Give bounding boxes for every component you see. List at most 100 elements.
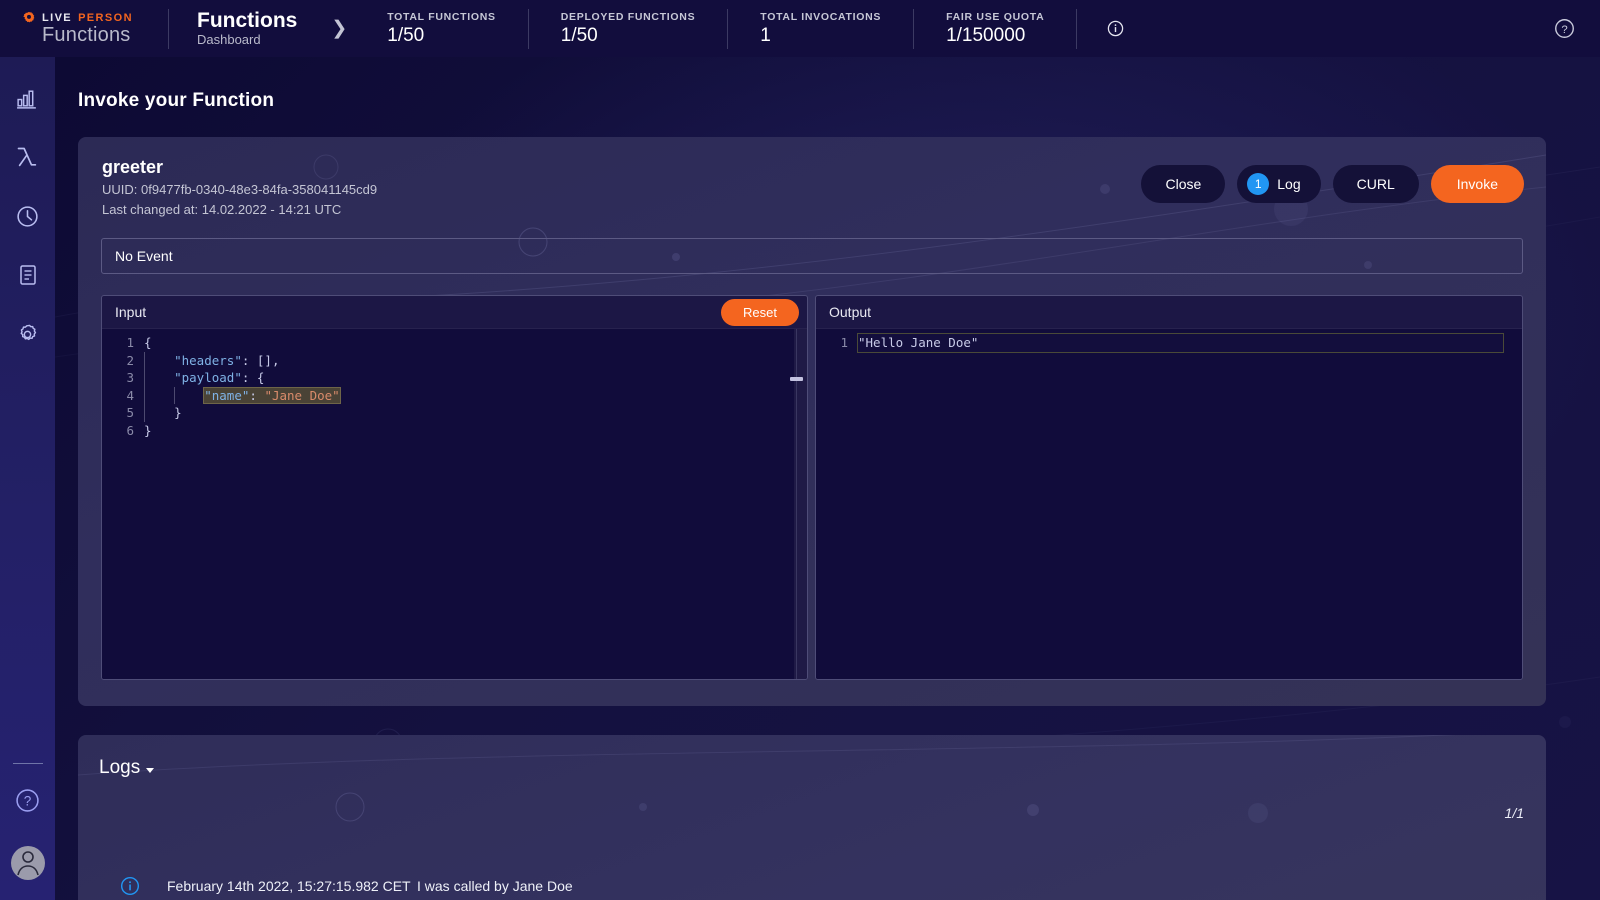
sidebar-item-functions[interactable] — [0, 130, 55, 189]
scrollbar-thumb[interactable] — [790, 377, 803, 381]
chevron-right-icon: ❯ — [331, 18, 348, 39]
stat-value: 1 — [760, 25, 771, 46]
code-line: 5 } — [102, 404, 807, 422]
line-number: 6 — [126, 422, 134, 438]
code-token: { — [144, 335, 152, 350]
code-token: : [], — [241, 352, 280, 368]
sidebar-bottom: ? — [0, 763, 55, 900]
close-button[interactable]: Close — [1141, 165, 1226, 203]
brand-wordmark: LIVE PERSON — [22, 11, 168, 25]
stat-deployed-functions: DEPLOYED FUNCTIONS 1/50 — [529, 10, 696, 47]
invoke-button[interactable]: Invoke — [1430, 165, 1524, 203]
bar-chart-icon — [15, 86, 40, 116]
event-selector[interactable]: No Event — [101, 238, 1523, 274]
code-token: "Hello Jane Doe" — [858, 335, 979, 350]
action-buttons: Close 1 Log CURL Invoke — [1141, 165, 1524, 203]
code-line: 2 "headers": [], — [102, 351, 807, 369]
stat-label: DEPLOYED FUNCTIONS — [560, 11, 696, 23]
log-button[interactable]: 1 Log — [1237, 165, 1321, 203]
breadcrumb-subtitle: Dashboard — [197, 32, 261, 47]
log-entry-timestamp: February 14th 2022, 15:27:15.982 CET — [167, 878, 411, 894]
avatar[interactable] — [10, 846, 45, 880]
code-token: "payload" — [174, 370, 242, 385]
function-name: greeter — [102, 157, 164, 177]
code-line: 1 "Hello Jane Doe" — [816, 333, 1522, 353]
sidebar-item-dashboard[interactable] — [0, 71, 55, 130]
help-circle-icon[interactable]: ? — [1554, 18, 1575, 39]
brand-person-text: PERSON — [78, 11, 133, 24]
brand-logo[interactable]: LIVE PERSON Functions — [0, 0, 168, 57]
breadcrumb[interactable]: Functions Dashboard — [169, 9, 323, 48]
code-token: "Jane Doe" — [264, 387, 340, 403]
log-entry-row: February 14th 2022, 15:27:15.982 CET I w… — [78, 871, 1546, 900]
stat-total-functions: TOTAL FUNCTIONS 1/50 — [355, 10, 496, 47]
svg-text:?: ? — [1561, 24, 1567, 36]
output-editor-header: Output — [816, 296, 1522, 329]
chevron-down-icon — [146, 768, 155, 773]
line-number: 4 — [126, 387, 134, 403]
line-number: 2 — [126, 352, 134, 368]
code-line: 4 "name": "Jane Doe" — [102, 386, 807, 404]
brand-live-text: LIVE — [42, 11, 73, 24]
stat-value: 1/50 — [387, 25, 425, 46]
stat-value: 1/50 — [560, 25, 598, 46]
code-token: } — [174, 405, 182, 420]
page-title: Invoke your Function — [78, 90, 275, 111]
input-editor-header: Input Reset — [102, 296, 807, 329]
code-token: : — [249, 387, 265, 403]
brand-product-name: Functions — [42, 23, 131, 46]
code-line: 6} — [102, 422, 807, 440]
top-bar: LIVE PERSON Functions Functions Dashboard… — [0, 0, 1600, 57]
stat-label: FAIR USE QUOTA — [946, 11, 1045, 23]
line-number: 3 — [126, 370, 134, 385]
input-panel-title: Input — [115, 304, 147, 320]
liveperson-gear-icon — [22, 11, 36, 25]
log-entry-message: I was called by Jane Doe — [417, 878, 573, 894]
code-line: 3 "payload": { — [102, 369, 807, 387]
line-number: 1 — [840, 335, 848, 350]
reset-button[interactable]: Reset — [721, 299, 799, 326]
input-code-area[interactable]: 1{2 "headers": [], 3 "payload": {4 "name"… — [102, 329, 807, 679]
curl-button[interactable]: CURL — [1332, 165, 1419, 203]
code-text: { — [144, 334, 152, 352]
svg-text:?: ? — [24, 794, 32, 809]
event-selector-value: No Event — [115, 248, 173, 264]
output-code-area[interactable]: 1 "Hello Jane Doe" — [816, 329, 1522, 679]
line-number: 1 — [126, 335, 134, 350]
log-count-badge: 1 — [1247, 173, 1270, 195]
sidebar-item-logs[interactable] — [0, 248, 55, 307]
gear-icon — [15, 322, 40, 352]
sidebar-item-schedules[interactable] — [0, 189, 55, 248]
selected-code-token: "name": "Jane Doe" — [203, 386, 341, 404]
log-button-label: Log — [1277, 176, 1301, 192]
code-token: : { — [241, 370, 265, 385]
stat-label: TOTAL FUNCTIONS — [387, 11, 496, 23]
clock-icon — [15, 204, 40, 234]
sidebar-item-settings[interactable] — [0, 307, 55, 366]
divider — [1076, 8, 1078, 49]
scrollbar-track — [796, 329, 797, 679]
stat-value: 1/150000 — [946, 25, 1026, 46]
stat-total-invocations: TOTAL INVOCATIONS 1 — [728, 10, 881, 47]
lambda-icon — [14, 144, 41, 176]
code-token: "headers" — [174, 352, 242, 368]
code-token: "name" — [204, 387, 250, 403]
code-text: "Hello Jane Doe" — [857, 333, 1504, 353]
output-editor-panel: Output 1 "Hello Jane Doe" — [815, 295, 1523, 680]
input-scrollbar[interactable] — [790, 329, 807, 679]
divider — [12, 763, 43, 764]
active-output-line: "Hello Jane Doe" — [857, 333, 1504, 353]
breadcrumb-title: Functions — [197, 9, 298, 32]
line-number: 5 — [126, 405, 134, 420]
user-avatar-icon — [11, 846, 45, 880]
stat-fair-use-quota: FAIR USE QUOTA 1/150000 — [914, 10, 1044, 47]
code-token: } — [144, 422, 152, 438]
stat-label: TOTAL INVOCATIONS — [760, 11, 882, 23]
code-text: "headers": [], — [144, 351, 280, 369]
document-icon — [16, 263, 40, 292]
sidebar-help-button[interactable]: ? — [15, 788, 40, 818]
logs-title[interactable]: Logs — [99, 757, 155, 779]
info-circle-icon — [120, 876, 140, 896]
info-icon[interactable] — [1107, 20, 1124, 37]
code-text: "name": "Jane Doe" — [144, 386, 341, 404]
